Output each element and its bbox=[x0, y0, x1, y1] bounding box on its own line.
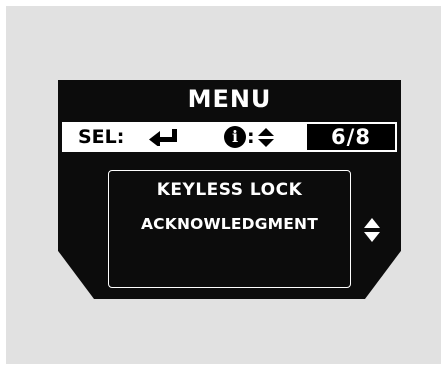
scroll-up-down-icon[interactable] bbox=[364, 218, 380, 242]
menu-item-box[interactable]: KEYLESS LOCK ACKNOWLEDGMENT bbox=[108, 170, 351, 288]
menu-item-line1: KEYLESS LOCK bbox=[156, 180, 303, 200]
menu-item-line2: ACKNOWLEDGMENT bbox=[140, 215, 319, 233]
info-separator: : bbox=[247, 126, 255, 148]
page-indicator: 6/8 bbox=[307, 124, 395, 150]
enter-arrow-icon bbox=[149, 129, 177, 146]
status-bar: SEL: i : 6/8 bbox=[62, 122, 397, 152]
select-label: SEL: bbox=[78, 126, 125, 148]
info-icon: i bbox=[224, 126, 246, 148]
up-down-arrows-icon bbox=[258, 128, 274, 147]
menu-title: MENU bbox=[187, 85, 272, 113]
